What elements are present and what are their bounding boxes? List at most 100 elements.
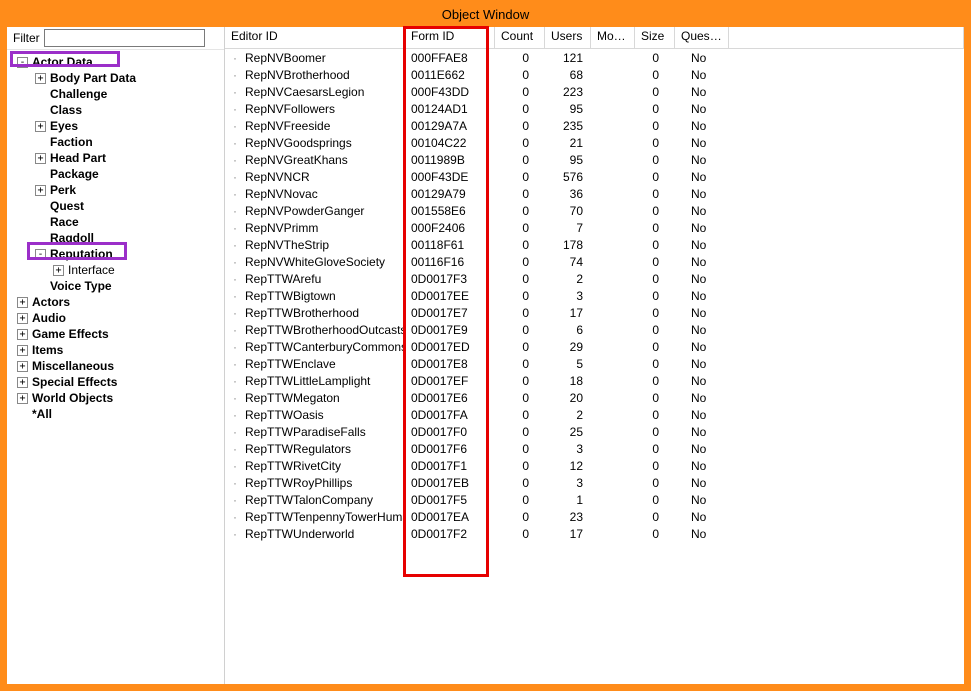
table-row[interactable]: RepTTWBrotherhoodOutcasts0D0017E9060No xyxy=(225,321,964,338)
cell-form: 001558E6 xyxy=(405,204,495,218)
col-header-model[interactable]: Model xyxy=(591,27,635,48)
cell-size: 0 xyxy=(635,374,675,388)
table-row[interactable]: RepNVGoodsprings00104C220210No xyxy=(225,134,964,151)
expand-icon[interactable]: + xyxy=(53,265,64,276)
table-row[interactable]: RepTTWEnclave0D0017E8050No xyxy=(225,355,964,372)
tree-item[interactable]: + Eyes xyxy=(9,118,222,134)
table-row[interactable]: RepTTWParadiseFalls0D0017F00250No xyxy=(225,423,964,440)
tree-item[interactable]: +Perk xyxy=(9,182,222,198)
expand-icon[interactable]: + xyxy=(17,313,28,324)
cell-size: 0 xyxy=(635,153,675,167)
table-row[interactable]: RepNVPrimm000F2406070No xyxy=(225,219,964,236)
table-row[interactable]: RepTTWBigtown0D0017EE030No xyxy=(225,287,964,304)
cell-quest: No xyxy=(675,408,725,422)
table-row[interactable]: RepTTWArefu0D0017F3020No xyxy=(225,270,964,287)
cell-form: 0D0017F2 xyxy=(405,527,495,541)
cell-quest: No xyxy=(675,391,725,405)
cell-count: 0 xyxy=(495,221,545,235)
cell-size: 0 xyxy=(635,187,675,201)
table-row[interactable]: RepTTWOasis0D0017FA020No xyxy=(225,406,964,423)
table-row[interactable]: RepTTWTalonCompany0D0017F5010No xyxy=(225,491,964,508)
tree-item[interactable]: +World Objects xyxy=(9,390,222,406)
table-row[interactable]: RepTTWUnderworld0D0017F20170No xyxy=(225,525,964,542)
expand-icon[interactable]: + xyxy=(17,297,28,308)
cell-count: 0 xyxy=(495,391,545,405)
tree-item-label: Class xyxy=(50,103,82,117)
listview-body[interactable]: RepNVBoomer000FFAE801210NoRepNVBrotherho… xyxy=(225,49,964,684)
table-row[interactable]: RepNVWhiteGloveSociety00116F160740No xyxy=(225,253,964,270)
table-row[interactable]: RepNVNCR000F43DE05760No xyxy=(225,168,964,185)
filter-row: Filter xyxy=(7,27,224,50)
tree-item[interactable]: Faction xyxy=(9,134,222,150)
cell-size: 0 xyxy=(635,306,675,320)
tree-item[interactable]: Ragdoll xyxy=(9,230,222,246)
tree-item[interactable]: *All xyxy=(9,406,222,422)
expand-icon[interactable]: + xyxy=(35,121,46,132)
tree-item[interactable]: +Body Part Data xyxy=(9,70,222,86)
cell-editor: RepTTWUnderworld xyxy=(225,527,405,541)
table-row[interactable]: RepTTWMegaton0D0017E60200No xyxy=(225,389,964,406)
expand-icon[interactable]: + xyxy=(17,329,28,340)
cell-form: 0D0017EA xyxy=(405,510,495,524)
col-header-form-id[interactable]: Form ID xyxy=(405,27,495,48)
table-row[interactable]: RepNVNovac00129A790360No xyxy=(225,185,964,202)
collapse-icon[interactable]: - xyxy=(17,57,28,68)
expand-icon[interactable]: + xyxy=(35,73,46,84)
table-row[interactable]: RepTTWRoyPhillips0D0017EB030No xyxy=(225,474,964,491)
tree-item[interactable]: Race xyxy=(9,214,222,230)
expand-icon[interactable]: + xyxy=(17,393,28,404)
table-row[interactable]: RepNVFreeside00129A7A02350No xyxy=(225,117,964,134)
tree-item[interactable]: +Audio xyxy=(9,310,222,326)
filter-input[interactable] xyxy=(44,29,205,47)
col-header-editor-id[interactable]: Editor ID xyxy=(225,27,405,48)
tree-item[interactable]: +Miscellaneous xyxy=(9,358,222,374)
collapse-icon[interactable]: - xyxy=(35,249,46,260)
table-row[interactable]: RepNVBrotherhood0011E6620680No xyxy=(225,66,964,83)
table-row[interactable]: RepTTWTenpennyTowerHuman0D0017EA0230No xyxy=(225,508,964,525)
tree-item[interactable]: +Game Effects xyxy=(9,326,222,342)
expand-icon[interactable]: + xyxy=(17,361,28,372)
table-row[interactable]: RepNVFollowers00124AD10950No xyxy=(225,100,964,117)
col-header-quest[interactable]: Quest... xyxy=(675,27,729,48)
tree-item[interactable]: Voice Type xyxy=(9,278,222,294)
table-row[interactable]: RepTTWCanterburyCommons0D0017ED0290No xyxy=(225,338,964,355)
tree-item[interactable]: +Items xyxy=(9,342,222,358)
col-header-count[interactable]: Count xyxy=(495,27,545,48)
tree-item[interactable]: +Head Part xyxy=(9,150,222,166)
cell-users: 2 xyxy=(545,408,591,422)
tree-item[interactable]: Class xyxy=(9,102,222,118)
cell-editor: RepTTWRoyPhillips xyxy=(225,476,405,490)
cell-count: 0 xyxy=(495,527,545,541)
category-tree[interactable]: -Actor Data+Body Part DataChallengeClass… xyxy=(7,50,224,684)
tree-item[interactable]: -Actor Data xyxy=(9,54,222,70)
col-header-size[interactable]: Size xyxy=(635,27,675,48)
expand-icon[interactable]: + xyxy=(35,185,46,196)
cell-editor: RepTTWBrotherhood xyxy=(225,306,405,320)
expand-icon[interactable]: + xyxy=(17,345,28,356)
table-row[interactable]: RepTTWBrotherhood0D0017E70170No xyxy=(225,304,964,321)
table-row[interactable]: RepTTWRivetCity0D0017F10120No xyxy=(225,457,964,474)
tree-item[interactable]: +Special Effects xyxy=(9,374,222,390)
tree-item-label: Ragdoll xyxy=(50,231,94,245)
tree-item[interactable]: Package xyxy=(9,166,222,182)
cell-count: 0 xyxy=(495,102,545,116)
tree-item[interactable]: Quest xyxy=(9,198,222,214)
cell-size: 0 xyxy=(635,68,675,82)
col-header-users[interactable]: Users xyxy=(545,27,591,48)
tree-item-label: Eyes xyxy=(50,119,78,133)
tree-item[interactable]: +Actors xyxy=(9,294,222,310)
tree-item[interactable]: -Reputation xyxy=(9,246,222,262)
cell-users: 576 xyxy=(545,170,591,184)
table-row[interactable]: RepTTWRegulators0D0017F6030No xyxy=(225,440,964,457)
table-row[interactable]: RepNVTheStrip00118F6101780No xyxy=(225,236,964,253)
table-row[interactable]: RepNVBoomer000FFAE801210No xyxy=(225,49,964,66)
cell-count: 0 xyxy=(495,187,545,201)
table-row[interactable]: RepNVGreatKhans0011989B0950No xyxy=(225,151,964,168)
table-row[interactable]: RepNVPowderGanger001558E60700No xyxy=(225,202,964,219)
expand-icon[interactable]: + xyxy=(35,153,46,164)
expand-icon[interactable]: + xyxy=(17,377,28,388)
tree-item[interactable]: +Interface xyxy=(9,262,222,278)
tree-item[interactable]: Challenge xyxy=(9,86,222,102)
table-row[interactable]: RepNVCaesarsLegion000F43DD02230No xyxy=(225,83,964,100)
table-row[interactable]: RepTTWLittleLamplight0D0017EF0180No xyxy=(225,372,964,389)
